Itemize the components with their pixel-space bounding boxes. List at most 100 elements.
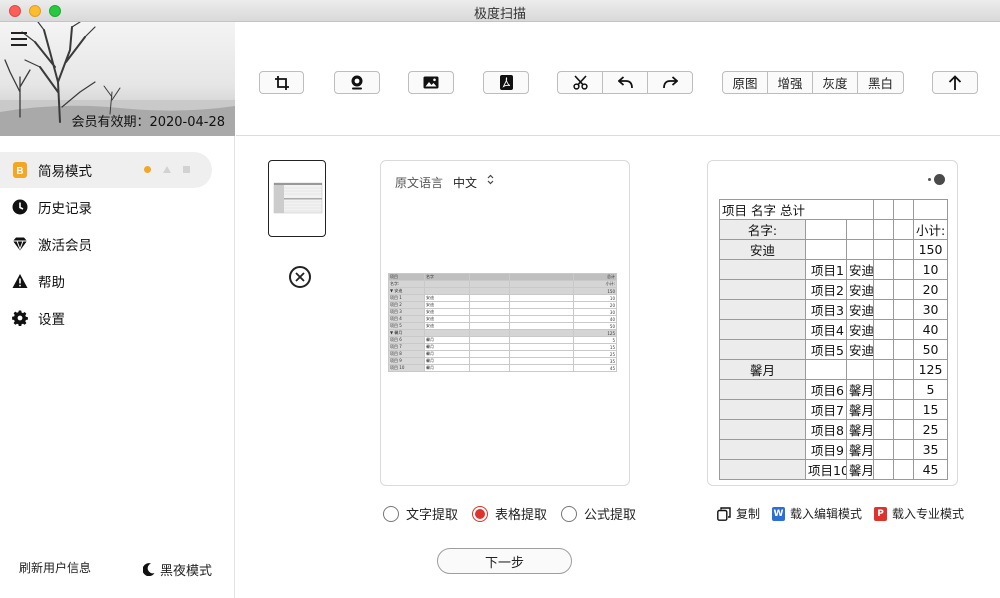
table-cell: 项目 5 [388,322,425,330]
redo-icon [662,76,678,89]
table-row: 项目 3 安迪 30 [388,308,617,316]
table-cell: 项目7 [805,399,847,420]
table-cell [469,280,510,288]
filter-grayscale-button[interactable]: 灰度 [813,72,858,93]
table-cell [469,343,510,351]
table-cell: 5 [913,379,949,400]
crop-button[interactable] [259,71,304,94]
view-toggle[interactable] [928,174,945,185]
table-cell [719,259,806,280]
table-cell: 45 [913,459,949,480]
table-cell [893,439,915,460]
filter-black-white-button[interactable]: 黑白 [858,72,903,93]
remove-page-button[interactable] [289,266,311,288]
image-button[interactable] [408,71,454,94]
hamburger-menu-icon[interactable] [11,32,27,46]
table-cell: 小计: [913,219,949,240]
table-cell [509,287,574,295]
radio-label: 文字提取 [406,508,459,523]
table-cell [719,379,806,400]
table-cell: 馨月 [719,359,806,380]
next-step-button[interactable]: 下一步 [437,548,572,574]
table-cell: 项目9 [805,439,847,460]
table-cell: 5 [573,336,617,344]
load-pro-mode-button[interactable]: P 载入专业模式 [874,505,964,522]
table-row: 项目4 安迪 40 [719,319,949,340]
refresh-user-info-link[interactable]: 刷新用户信息 [19,559,91,576]
table-cell: 项目 名字 总计 [718,199,875,220]
banner-image: 会员有效期：2020-04-28 [0,22,235,136]
table-cell [509,308,574,316]
table-cell [719,459,806,480]
page-thumbnail[interactable] [268,160,326,237]
table-cell: 安迪 [845,279,875,300]
table-row: 项目 8 馨月 25 [388,350,617,358]
thumbnail-preview [273,182,323,214]
radio-circle[interactable] [383,505,399,522]
radio-circle[interactable] [561,505,578,522]
table-cell: 项目 9 [388,357,425,365]
table-cell: 项目6 [805,379,847,400]
table-cell: 项目 [388,273,425,281]
sidebar-item-help[interactable]: 帮助 [0,263,235,299]
mode-text-extraction[interactable]: 文字提取 [383,504,458,523]
svg-text:B: B [16,166,23,177]
table-row: 项目10 馨月 45 [719,459,949,480]
table-cell [893,419,915,440]
table-row: ▼ 馨月 125 [388,329,617,337]
table-cell [424,329,470,337]
night-mode-toggle[interactable]: 黑夜模式 [143,560,212,579]
table-cell [469,350,510,358]
table-cell [509,343,574,351]
undo-button[interactable] [603,72,648,93]
updown-chevron-icon [487,174,494,185]
table-row: 项目 名字 总计 [718,199,949,220]
table-cell [893,239,915,260]
sidebar-item-history[interactable]: 历史记录 [0,189,235,225]
table-cell: 项目 2 [388,301,425,309]
table-cell: 项目3 [805,299,847,320]
filter-original-button[interactable]: 原图 [723,72,768,93]
table-row: ▼ 安迪 150 [388,287,617,295]
sidebar: 会员有效期：2020-04-28 B 简易模式 历史记录 激活会员 帮助 设置 … [0,22,235,598]
table-cell [873,319,895,340]
square-icon [183,166,190,173]
copy-button[interactable]: 复制 [717,505,760,522]
mode-formula-extraction[interactable]: 公式提取 [561,504,636,523]
upload-button[interactable] [932,71,978,94]
load-edit-mode-button[interactable]: W 载入编辑模式 [772,505,862,522]
triangle-icon [163,166,171,173]
close-icon [295,272,305,282]
source-language-selector[interactable]: 原文语言 中文 [395,174,494,191]
table-row: 名字: 小计: [388,280,617,288]
radio-circle-selected[interactable] [472,505,489,522]
table-cell: 馨月 [424,343,470,351]
mode-table-extraction[interactable]: 表格提取 [472,504,547,523]
sidebar-item-activate-member[interactable]: 激活会员 [0,226,235,262]
table-cell [509,329,574,337]
sidebar-item-settings[interactable]: 设置 [0,300,235,336]
table-cell: 项目 1 [388,294,425,302]
night-mode-label: 黑夜模式 [160,564,213,579]
pdf-button[interactable] [483,71,529,94]
filter-enhance-button[interactable]: 增强 [768,72,813,93]
camera-button[interactable] [334,71,380,94]
sidebar-item-simple-mode[interactable]: B 简易模式 [0,152,212,188]
cut-button[interactable] [558,72,603,93]
table-cell [469,364,510,372]
table-row: 项目 2 安迪 20 [388,301,617,309]
table-cell [424,287,470,295]
table-cell: 馨月 [424,357,470,365]
table-cell: 150 [913,239,949,260]
moon-icon [143,563,155,576]
table-cell [469,301,510,309]
image-icon [423,76,439,89]
table-cell: 35 [913,439,949,460]
table-cell [873,439,895,460]
table-cell [509,322,574,330]
table-cell [873,399,895,420]
redo-button[interactable] [648,72,692,93]
window-title: 极度扫描 [473,7,526,22]
table-row: 安迪 150 [719,239,949,260]
table-row: 项目 6 馨月 5 [388,336,617,344]
